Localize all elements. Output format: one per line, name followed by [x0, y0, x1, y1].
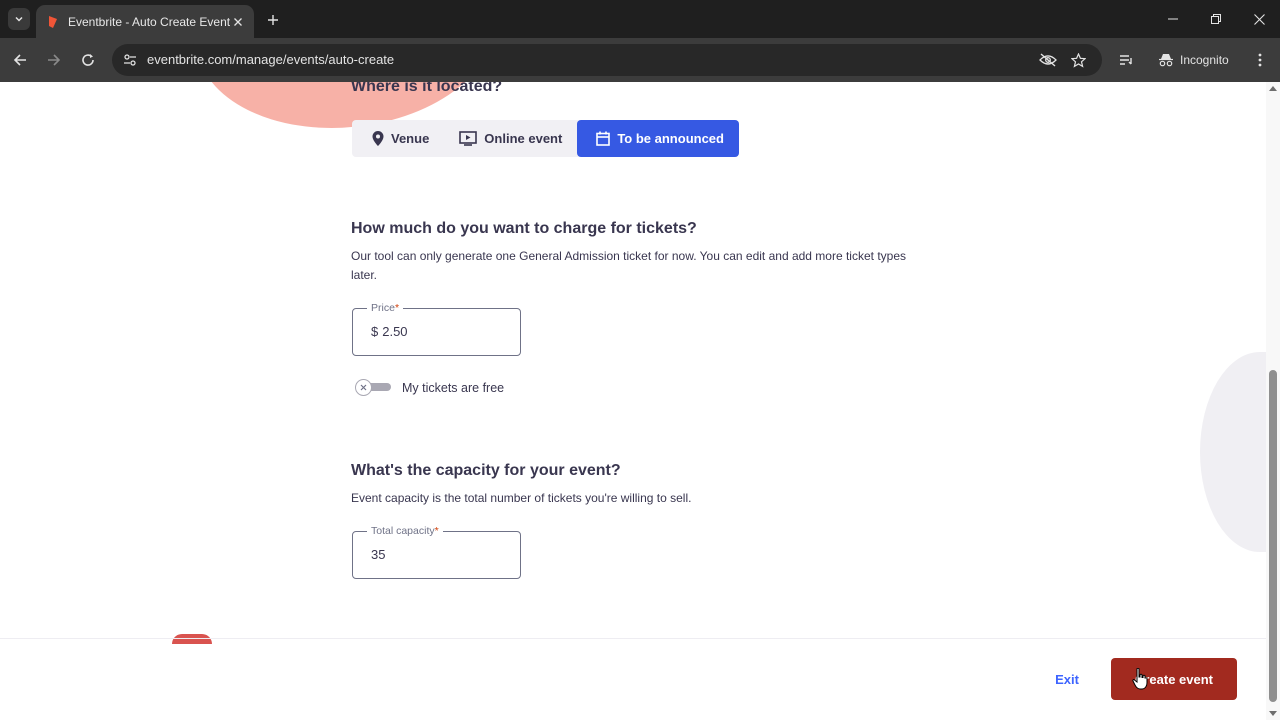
total-capacity-input[interactable]: 35 [371, 547, 385, 562]
scroll-up-arrow-icon[interactable] [1269, 84, 1277, 92]
browser-tab-bar: Eventbrite - Auto Create Event [0, 0, 1280, 38]
bookmark-star-icon[interactable] [1068, 50, 1088, 70]
close-icon [360, 384, 367, 391]
tickets-description: Our tool can only generate one General A… [351, 249, 906, 282]
tickets-heading: How much do you want to charge for ticke… [351, 220, 697, 237]
venue-option[interactable]: Venue [352, 120, 444, 157]
page-scrollbar[interactable] [1266, 82, 1280, 720]
browser-tab[interactable]: Eventbrite - Auto Create Event [36, 5, 254, 38]
restore-icon[interactable] [1202, 8, 1230, 30]
price-field[interactable]: Price* $ 2.50 [352, 302, 521, 356]
create-event-button[interactable]: Create event [1111, 658, 1237, 700]
location-heading: Where is it located? [351, 82, 503, 95]
tab-title: Eventbrite - Auto Create Event [68, 14, 230, 29]
video-screen-icon [459, 131, 478, 146]
back-arrow-icon[interactable] [8, 48, 32, 72]
reading-list-icon[interactable] [1114, 48, 1138, 72]
eye-slash-icon[interactable] [1038, 50, 1058, 70]
price-field-label: Price* [367, 302, 404, 314]
scrollbar-thumb[interactable] [1269, 370, 1277, 702]
minimize-icon[interactable] [1159, 8, 1187, 30]
browser-toolbar: eventbrite.com/manage/events/auto-create… [0, 38, 1280, 82]
location-type-selector: Venue Online event To be announced [352, 120, 739, 157]
to-be-announced-option-label: To be announced [617, 131, 724, 146]
currency-symbol: $ [371, 324, 379, 339]
more-options-icon[interactable] [1250, 50, 1270, 70]
address-bar[interactable]: eventbrite.com/manage/events/auto-create [112, 44, 1102, 76]
reload-icon[interactable] [76, 48, 100, 72]
incognito-icon [1159, 54, 1173, 67]
toggle-knob [355, 379, 372, 396]
online-event-option[interactable]: Online event [444, 120, 577, 157]
capacity-heading: What's the capacity for your event? [351, 462, 621, 479]
to-be-announced-option[interactable]: To be announced [577, 120, 739, 157]
mouse-pointer-icon [1132, 668, 1148, 690]
forward-arrow-icon[interactable] [42, 48, 66, 72]
url-text: eventbrite.com/manage/events/auto-create [147, 52, 395, 67]
map-pin-icon [372, 131, 384, 146]
total-capacity-value: 35 [371, 547, 385, 562]
close-tab-icon[interactable] [230, 14, 246, 30]
total-capacity-field[interactable]: Total capacity* 35 [352, 525, 521, 579]
exit-button[interactable]: Exit [1044, 668, 1090, 690]
footer-divider [0, 638, 1266, 639]
total-capacity-field-label: Total capacity* [367, 525, 443, 537]
venue-option-label: Venue [391, 131, 430, 146]
scroll-down-arrow-icon[interactable] [1269, 710, 1277, 718]
tab-search-button[interactable] [8, 8, 30, 30]
calendar-icon [596, 131, 611, 146]
price-input[interactable]: 2.50 [382, 324, 407, 339]
incognito-indicator[interactable]: Incognito [1148, 44, 1239, 76]
site-info-icon[interactable] [122, 52, 138, 68]
price-field-value: $ 2.50 [371, 324, 408, 339]
incognito-label: Incognito [1180, 53, 1229, 67]
eventbrite-favicon-icon [49, 15, 57, 28]
chevron-down-icon [15, 16, 23, 22]
new-tab-icon[interactable] [263, 10, 283, 30]
decorative-blob [172, 634, 212, 644]
page-viewport: Where is it located? Venue Online event … [0, 82, 1280, 720]
close-window-icon[interactable] [1245, 8, 1273, 30]
free-tickets-toggle-label: My tickets are free [402, 381, 505, 395]
free-tickets-toggle[interactable] [355, 379, 391, 396]
capacity-description: Event capacity is the total number of ti… [351, 491, 692, 505]
online-event-option-label: Online event [484, 131, 563, 146]
